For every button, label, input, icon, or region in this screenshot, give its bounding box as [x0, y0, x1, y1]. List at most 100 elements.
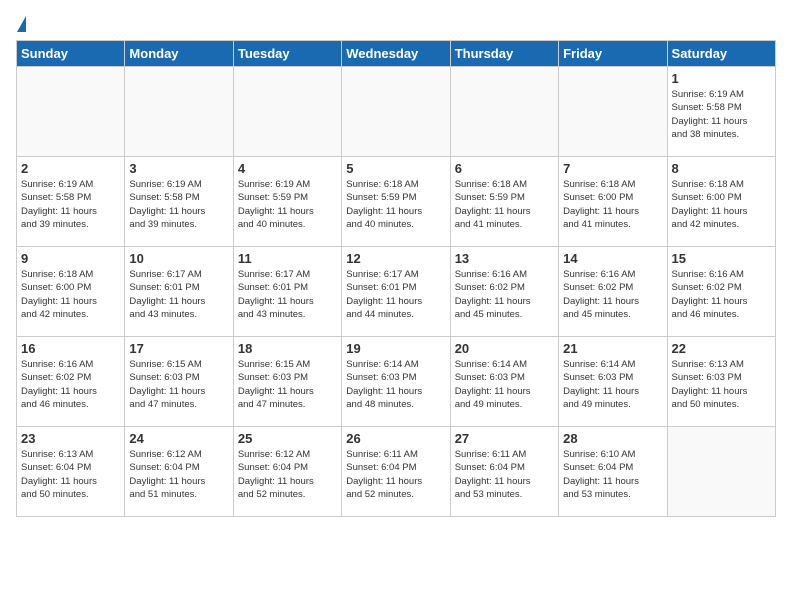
day-info: Sunrise: 6:10 AM Sunset: 6:04 PM Dayligh…	[563, 448, 662, 501]
calendar-week-row: 23 Sunrise: 6:13 AM Sunset: 6:04 PM Dayli…	[17, 427, 776, 517]
day-info: Sunrise: 6:18 AM Sunset: 6:00 PM Dayligh…	[563, 178, 662, 231]
day-info: Sunrise: 6:17 AM Sunset: 6:01 PM Dayligh…	[129, 268, 228, 321]
weekday-header-saturday: Saturday	[667, 41, 775, 67]
calendar-cell	[17, 67, 125, 157]
day-info: Sunrise: 6:16 AM Sunset: 6:02 PM Dayligh…	[563, 268, 662, 321]
day-number: 5	[346, 161, 445, 176]
day-info: Sunrise: 6:16 AM Sunset: 6:02 PM Dayligh…	[21, 358, 120, 411]
day-info: Sunrise: 6:14 AM Sunset: 6:03 PM Dayligh…	[455, 358, 554, 411]
calendar-cell: 20 Sunrise: 6:14 AM Sunset: 6:03 PM Dayli…	[450, 337, 558, 427]
day-number: 15	[672, 251, 771, 266]
calendar-cell: 21 Sunrise: 6:14 AM Sunset: 6:03 PM Dayli…	[559, 337, 667, 427]
day-info: Sunrise: 6:19 AM Sunset: 5:58 PM Dayligh…	[672, 88, 771, 141]
calendar-cell: 6 Sunrise: 6:18 AM Sunset: 5:59 PM Daylig…	[450, 157, 558, 247]
day-info: Sunrise: 6:18 AM Sunset: 5:59 PM Dayligh…	[455, 178, 554, 231]
calendar-cell: 12 Sunrise: 6:17 AM Sunset: 6:01 PM Dayli…	[342, 247, 450, 337]
day-number: 18	[238, 341, 337, 356]
day-number: 13	[455, 251, 554, 266]
day-info: Sunrise: 6:18 AM Sunset: 6:00 PM Dayligh…	[21, 268, 120, 321]
calendar-cell	[559, 67, 667, 157]
day-info: Sunrise: 6:14 AM Sunset: 6:03 PM Dayligh…	[346, 358, 445, 411]
day-info: Sunrise: 6:13 AM Sunset: 6:04 PM Dayligh…	[21, 448, 120, 501]
day-number: 9	[21, 251, 120, 266]
calendar-cell: 10Sunrise: 6:17 AM Sunset: 6:01 PM Dayli…	[125, 247, 233, 337]
calendar-cell: 26 Sunrise: 6:11 AM Sunset: 6:04 PM Dayli…	[342, 427, 450, 517]
calendar-week-row: 16 Sunrise: 6:16 AM Sunset: 6:02 PM Dayli…	[17, 337, 776, 427]
weekday-header-sunday: Sunday	[17, 41, 125, 67]
day-number: 4	[238, 161, 337, 176]
day-info: Sunrise: 6:11 AM Sunset: 6:04 PM Dayligh…	[455, 448, 554, 501]
day-number: 12	[346, 251, 445, 266]
day-info: Sunrise: 6:19 AM Sunset: 5:58 PM Dayligh…	[21, 178, 120, 231]
calendar-cell: 11 Sunrise: 6:17 AM Sunset: 6:01 PM Dayli…	[233, 247, 341, 337]
weekday-header-thursday: Thursday	[450, 41, 558, 67]
calendar-cell: 5 Sunrise: 6:18 AM Sunset: 5:59 PM Daylig…	[342, 157, 450, 247]
logo-block	[16, 16, 26, 32]
day-number: 1	[672, 71, 771, 86]
calendar-cell: 13 Sunrise: 6:16 AM Sunset: 6:02 PM Dayli…	[450, 247, 558, 337]
day-info: Sunrise: 6:11 AM Sunset: 6:04 PM Dayligh…	[346, 448, 445, 501]
calendar-cell: 9 Sunrise: 6:18 AM Sunset: 6:00 PM Daylig…	[17, 247, 125, 337]
day-number: 20	[455, 341, 554, 356]
page-header	[16, 16, 776, 32]
calendar-cell: 4 Sunrise: 6:19 AM Sunset: 5:59 PM Daylig…	[233, 157, 341, 247]
calendar-cell: 24 Sunrise: 6:12 AM Sunset: 6:04 PM Dayli…	[125, 427, 233, 517]
calendar-cell: 1 Sunrise: 6:19 AM Sunset: 5:58 PM Daylig…	[667, 67, 775, 157]
day-number: 24	[129, 431, 228, 446]
day-info: Sunrise: 6:13 AM Sunset: 6:03 PM Dayligh…	[672, 358, 771, 411]
calendar-cell: 2 Sunrise: 6:19 AM Sunset: 5:58 PM Daylig…	[17, 157, 125, 247]
weekday-header-tuesday: Tuesday	[233, 41, 341, 67]
day-number: 11	[238, 251, 337, 266]
calendar-header-row: SundayMondayTuesdayWednesdayThursdayFrid…	[17, 41, 776, 67]
calendar-cell: 16 Sunrise: 6:16 AM Sunset: 6:02 PM Dayli…	[17, 337, 125, 427]
day-info: Sunrise: 6:19 AM Sunset: 5:58 PM Dayligh…	[129, 178, 228, 231]
calendar-cell: 7Sunrise: 6:18 AM Sunset: 6:00 PM Daylig…	[559, 157, 667, 247]
day-info: Sunrise: 6:12 AM Sunset: 6:04 PM Dayligh…	[238, 448, 337, 501]
day-info: Sunrise: 6:18 AM Sunset: 6:00 PM Dayligh…	[672, 178, 771, 231]
day-number: 25	[238, 431, 337, 446]
day-number: 6	[455, 161, 554, 176]
day-number: 28	[563, 431, 662, 446]
calendar-cell: 27 Sunrise: 6:11 AM Sunset: 6:04 PM Dayli…	[450, 427, 558, 517]
day-info: Sunrise: 6:19 AM Sunset: 5:59 PM Dayligh…	[238, 178, 337, 231]
day-number: 3	[129, 161, 228, 176]
day-info: Sunrise: 6:12 AM Sunset: 6:04 PM Dayligh…	[129, 448, 228, 501]
calendar-cell	[667, 427, 775, 517]
day-number: 2	[21, 161, 120, 176]
day-info: Sunrise: 6:15 AM Sunset: 6:03 PM Dayligh…	[238, 358, 337, 411]
logo-triangle-icon	[17, 16, 26, 32]
calendar-cell: 25 Sunrise: 6:12 AM Sunset: 6:04 PM Dayli…	[233, 427, 341, 517]
calendar-cell: 17Sunrise: 6:15 AM Sunset: 6:03 PM Dayli…	[125, 337, 233, 427]
day-info: Sunrise: 6:14 AM Sunset: 6:03 PM Dayligh…	[563, 358, 662, 411]
day-number: 27	[455, 431, 554, 446]
calendar-cell	[233, 67, 341, 157]
day-info: Sunrise: 6:17 AM Sunset: 6:01 PM Dayligh…	[238, 268, 337, 321]
day-number: 19	[346, 341, 445, 356]
calendar-cell: 22 Sunrise: 6:13 AM Sunset: 6:03 PM Dayli…	[667, 337, 775, 427]
day-number: 22	[672, 341, 771, 356]
weekday-header-friday: Friday	[559, 41, 667, 67]
calendar-cell: 14 Sunrise: 6:16 AM Sunset: 6:02 PM Dayli…	[559, 247, 667, 337]
calendar-table: SundayMondayTuesdayWednesdayThursdayFrid…	[16, 40, 776, 517]
calendar-cell: 18 Sunrise: 6:15 AM Sunset: 6:03 PM Dayli…	[233, 337, 341, 427]
calendar-cell: 15Sunrise: 6:16 AM Sunset: 6:02 PM Dayli…	[667, 247, 775, 337]
day-number: 26	[346, 431, 445, 446]
calendar-cell: 19 Sunrise: 6:14 AM Sunset: 6:03 PM Dayli…	[342, 337, 450, 427]
day-number: 17	[129, 341, 228, 356]
day-info: Sunrise: 6:17 AM Sunset: 6:01 PM Dayligh…	[346, 268, 445, 321]
day-number: 23	[21, 431, 120, 446]
calendar-cell: 3 Sunrise: 6:19 AM Sunset: 5:58 PM Daylig…	[125, 157, 233, 247]
calendar-week-row: 1 Sunrise: 6:19 AM Sunset: 5:58 PM Daylig…	[17, 67, 776, 157]
day-number: 8	[672, 161, 771, 176]
day-info: Sunrise: 6:18 AM Sunset: 5:59 PM Dayligh…	[346, 178, 445, 231]
calendar-cell	[342, 67, 450, 157]
calendar-cell	[450, 67, 558, 157]
logo	[16, 16, 26, 32]
calendar-week-row: 2 Sunrise: 6:19 AM Sunset: 5:58 PM Daylig…	[17, 157, 776, 247]
weekday-header-monday: Monday	[125, 41, 233, 67]
day-number: 21	[563, 341, 662, 356]
calendar-cell: 8 Sunrise: 6:18 AM Sunset: 6:00 PM Daylig…	[667, 157, 775, 247]
day-number: 14	[563, 251, 662, 266]
day-number: 16	[21, 341, 120, 356]
day-info: Sunrise: 6:16 AM Sunset: 6:02 PM Dayligh…	[455, 268, 554, 321]
